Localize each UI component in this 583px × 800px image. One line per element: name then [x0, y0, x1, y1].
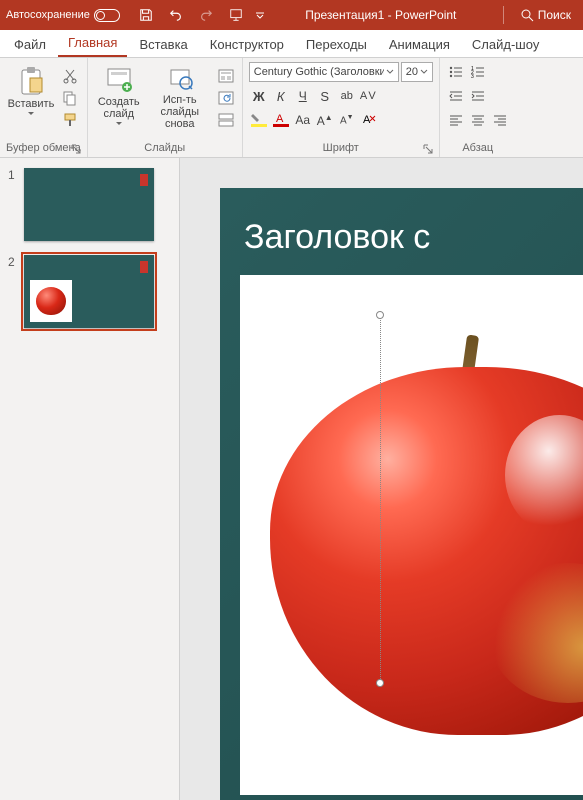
svg-text:A: A: [363, 114, 371, 126]
copy-icon[interactable]: [60, 88, 80, 108]
autosave-toggle[interactable]: Автосохранение: [6, 9, 120, 22]
document-title: Презентация1 - PowerPoint: [270, 8, 492, 22]
slide-marker-icon: [140, 261, 148, 273]
ribbon: Вставить Буфер обмена Создать слайд: [0, 58, 583, 158]
slide-marker-icon: [140, 174, 148, 186]
paste-label: Вставить: [8, 98, 55, 110]
clear-formatting-button[interactable]: A: [359, 110, 379, 130]
slide[interactable]: Заголовок с: [220, 188, 583, 800]
numbering-button[interactable]: 123: [468, 62, 488, 82]
highlight-color-button[interactable]: [249, 110, 269, 130]
thumbnail-item[interactable]: 1: [8, 168, 171, 241]
paste-button[interactable]: Вставить: [6, 62, 56, 120]
bullets-button[interactable]: [446, 62, 466, 82]
section-icon[interactable]: [216, 110, 236, 130]
selection-handle[interactable]: [376, 311, 384, 319]
change-case-button[interactable]: Aa: [293, 110, 313, 130]
align-center-button[interactable]: [468, 110, 488, 130]
font-size-value: 20: [406, 66, 418, 78]
reuse-slides-label: Исп-ть слайды снова: [148, 94, 212, 130]
selection-guide: [380, 315, 381, 685]
svg-text:3: 3: [471, 74, 474, 79]
save-icon[interactable]: [136, 5, 156, 25]
format-painter-icon[interactable]: [60, 110, 80, 130]
thumbnail-number: 2: [8, 255, 18, 328]
search-icon: [521, 9, 534, 22]
group-label-paragraph: Абзац: [446, 140, 510, 157]
font-color-button[interactable]: A: [271, 110, 291, 130]
slide-canvas[interactable]: Заголовок с: [180, 158, 583, 800]
new-slide-button[interactable]: Создать слайд: [94, 62, 144, 130]
svg-text:A: A: [276, 113, 284, 125]
redo-icon[interactable]: [196, 5, 216, 25]
thumbnail-number: 1: [8, 168, 18, 241]
slide-picture[interactable]: [240, 275, 583, 795]
thumbnail-preview: [24, 168, 154, 241]
group-paragraph: 123 Абзац: [440, 58, 516, 157]
group-label-font: Шрифт: [249, 140, 433, 157]
tab-home[interactable]: Главная: [58, 29, 127, 57]
reuse-slides-button[interactable]: Исп-ть слайды снова: [148, 62, 212, 134]
group-label-slides: Слайды: [94, 140, 236, 157]
chevron-down-icon: [116, 122, 122, 126]
new-slide-label: Создать слайд: [94, 96, 144, 120]
selection-handle[interactable]: [376, 679, 384, 687]
group-slides: Создать слайд Исп-ть слайды снова Слайды: [88, 58, 243, 157]
increase-indent-button[interactable]: [468, 86, 488, 106]
quick-access-toolbar: [136, 5, 264, 25]
dialog-launcher-icon[interactable]: [423, 144, 433, 154]
font-family-selector[interactable]: Century Gothic (Заголовки): [249, 62, 399, 82]
tab-animations[interactable]: Анимация: [379, 31, 460, 57]
slide-thumbnail-panel: 1 2: [0, 158, 180, 800]
decrease-indent-button[interactable]: [446, 86, 466, 106]
search-label: Поиск: [538, 8, 571, 22]
tab-transitions[interactable]: Переходы: [296, 31, 377, 57]
thumbnail-image-icon: [30, 280, 72, 322]
ribbon-tabs: Файл Главная Вставка Конструктор Переход…: [0, 30, 583, 58]
font-name-value: Century Gothic (Заголовки): [254, 66, 384, 78]
dialog-launcher-icon[interactable]: [71, 144, 81, 154]
italic-button[interactable]: К: [271, 86, 291, 106]
thumbnail-item[interactable]: 2: [8, 255, 171, 328]
align-right-button[interactable]: [490, 110, 510, 130]
search-box[interactable]: Поиск: [515, 6, 577, 24]
group-label-clipboard: Буфер обмена: [6, 140, 81, 157]
slide-title-text[interactable]: Заголовок с: [244, 218, 583, 257]
tab-file[interactable]: Файл: [4, 31, 56, 57]
new-slide-icon: [105, 66, 133, 94]
character-spacing-button[interactable]: AV: [359, 86, 379, 106]
title-bar: Автосохранение Презентация1 - PowerPoint…: [0, 0, 583, 30]
clipboard-icon: [18, 66, 44, 96]
group-font: Century Gothic (Заголовки) 20 Ж К Ч S ab…: [243, 58, 440, 157]
toggle-switch-icon: [94, 9, 120, 22]
decrease-font-button[interactable]: A▼: [337, 110, 357, 130]
tab-insert[interactable]: Вставка: [129, 31, 197, 57]
slideshow-from-start-icon[interactable]: [226, 5, 246, 25]
layout-icon[interactable]: [216, 66, 236, 86]
qat-dropdown-icon[interactable]: [256, 11, 264, 19]
group-clipboard: Вставить Буфер обмена: [0, 58, 88, 157]
chevron-down-icon: [386, 69, 394, 75]
strikethrough-button[interactable]: S: [315, 86, 335, 106]
tab-design[interactable]: Конструктор: [200, 31, 294, 57]
thumbnail-preview: [24, 255, 154, 328]
align-left-button[interactable]: [446, 110, 466, 130]
bold-button[interactable]: Ж: [249, 86, 269, 106]
reuse-slides-icon: [167, 66, 193, 92]
increase-font-button[interactable]: A▲: [315, 110, 335, 130]
chevron-down-icon: [28, 112, 34, 116]
apple-image: [270, 335, 583, 735]
shadow-button[interactable]: ab: [337, 86, 357, 106]
tab-slideshow[interactable]: Слайд-шоу: [462, 31, 549, 57]
reset-icon[interactable]: [216, 88, 236, 108]
undo-icon[interactable]: [166, 5, 186, 25]
cut-icon[interactable]: [60, 66, 80, 86]
chevron-down-icon: [420, 69, 428, 75]
work-area: 1 2 Заголовок с: [0, 158, 583, 800]
font-size-selector[interactable]: 20: [401, 62, 433, 82]
underline-button[interactable]: Ч: [293, 86, 313, 106]
autosave-label: Автосохранение: [6, 9, 90, 21]
